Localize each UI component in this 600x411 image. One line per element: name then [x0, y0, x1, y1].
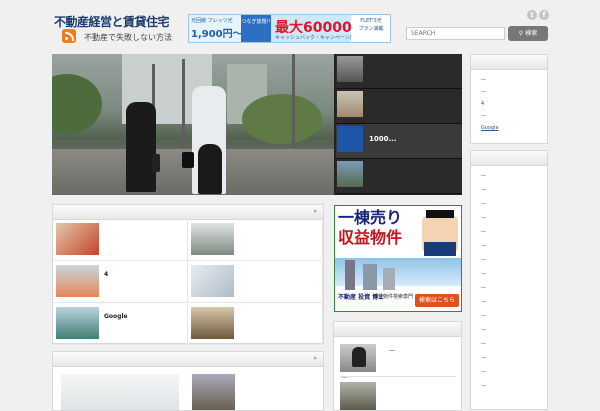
post-title[interactable]: 4 — [104, 271, 108, 278]
slider-thumb-image — [337, 161, 363, 187]
post-thumb[interactable] — [61, 374, 179, 410]
recent-posts-widget: — — — [333, 321, 462, 411]
ad-subheadline: 収益物件 — [338, 228, 403, 247]
banner-plan: プラン満載 — [358, 26, 384, 32]
post-item[interactable] — [53, 219, 188, 261]
post-thumb — [56, 265, 99, 297]
slider-thumb[interactable] — [336, 54, 462, 89]
more-arrow-icon[interactable]: » — [313, 208, 317, 215]
post-thumb — [191, 223, 234, 255]
ad-headline: 一棟売り — [338, 208, 403, 227]
sidebar-item[interactable]: 4 — [481, 101, 484, 107]
post-thumb — [191, 265, 234, 297]
slider-thumb-label: 1000... — [369, 135, 397, 143]
post-thumb[interactable] — [192, 374, 235, 410]
slider-thumb-image — [337, 56, 363, 82]
sidebar-item[interactable]: — — [481, 173, 486, 179]
post-thumb — [191, 307, 234, 339]
sidebar-widget: — — — — — — — — — — — — — — — — — [470, 150, 548, 410]
search-button-label: 検索 — [525, 30, 538, 37]
ad-search-button[interactable]: 検索はこちら — [415, 294, 459, 307]
slider-thumbnails: 1000... — [336, 54, 462, 195]
sidebar-item[interactable]: — — [481, 313, 486, 319]
category-panel: » — [52, 351, 324, 411]
sidebar-widget: — — 4 — Google — [470, 54, 548, 144]
sidebar-item[interactable]: — — [481, 341, 486, 347]
post-item[interactable]: 4 — [53, 261, 188, 303]
sidebar-item[interactable]: — — [481, 229, 486, 235]
post-thumb — [56, 307, 99, 339]
widget-header — [334, 322, 461, 337]
post-thumb — [56, 223, 99, 255]
sidebar-item[interactable]: — — [481, 285, 486, 291]
sidebar-item[interactable]: — — [481, 201, 486, 207]
sidebar-ad-banner[interactable]: 一棟売り 収益物件 不動産 投資 博士 収益物件検索専門 ポータルサイト 検索は… — [334, 205, 462, 312]
panel-header[interactable]: » — [53, 352, 323, 367]
sidebar-item[interactable]: — — [481, 77, 486, 83]
sidebar-item[interactable]: — — [481, 89, 486, 95]
sidebar-item[interactable]: — — [481, 271, 486, 277]
sidebar-item[interactable]: — — [481, 355, 486, 361]
banner-small-text: 光回線 フレッツ光 — [191, 18, 233, 24]
banner-brand: FLET'S光 — [360, 18, 382, 24]
post-item[interactable]: Google — [53, 303, 188, 345]
banner-middle: つなぎ放題!! — [241, 15, 271, 42]
widget-header — [471, 151, 547, 166]
twitter-icon[interactable]: t — [527, 10, 537, 20]
more-arrow-icon[interactable]: » — [313, 355, 317, 362]
sidebar-item-link[interactable]: Google — [481, 125, 499, 131]
sidebar-item[interactable]: — — [481, 383, 486, 389]
slider-thumb[interactable] — [336, 89, 462, 124]
sidebar-item[interactable]: — — [481, 215, 486, 221]
panel-header[interactable]: » — [53, 205, 323, 220]
header-ad-banner[interactable]: 光回線 フレッツ光 1,900円〜 つなぎ放題!! 最大60000円 キャッシュバッ… — [188, 14, 391, 43]
slider-main-image[interactable] — [52, 54, 334, 195]
post-item[interactable] — [188, 219, 323, 261]
category-panel: » 4 Google — [52, 204, 324, 345]
ad-mascot — [422, 210, 458, 256]
widget-header — [471, 55, 547, 70]
post-item[interactable] — [188, 261, 323, 303]
sidebar-item[interactable]: — — [481, 257, 486, 263]
banner-price: 1,900円〜 — [191, 29, 243, 40]
sidebar-item[interactable]: — — [481, 369, 486, 375]
rss-icon[interactable] — [62, 29, 76, 43]
slider-thumb-image — [337, 126, 363, 152]
post-item[interactable] — [188, 303, 323, 345]
search-button[interactable]: ⚲ 検索 — [508, 26, 548, 41]
sidebar-item[interactable]: — — [481, 327, 486, 333]
sidebar-item[interactable]: — — [481, 243, 486, 249]
slider-thumb[interactable]: 1000... — [336, 124, 462, 159]
site-title[interactable]: 不動産経営と賃貸住宅 — [54, 13, 170, 30]
sidebar-item[interactable]: — — [481, 187, 486, 193]
site-subtitle: 不動産で失敗しない方法 — [84, 33, 172, 42]
post-title[interactable]: Google — [104, 313, 128, 320]
search-icon: ⚲ — [518, 30, 524, 37]
slider-thumb-image — [337, 91, 363, 117]
post-thumb[interactable] — [340, 382, 376, 410]
sidebar-item[interactable]: — — [481, 299, 486, 305]
post-title[interactable]: — — [389, 347, 395, 354]
facebook-icon[interactable]: f — [539, 10, 549, 20]
slider-thumb[interactable] — [336, 159, 462, 194]
sidebar-item[interactable]: — — [481, 113, 486, 119]
featured-slider[interactable]: 1000... — [52, 54, 462, 195]
search-input[interactable] — [406, 27, 505, 40]
